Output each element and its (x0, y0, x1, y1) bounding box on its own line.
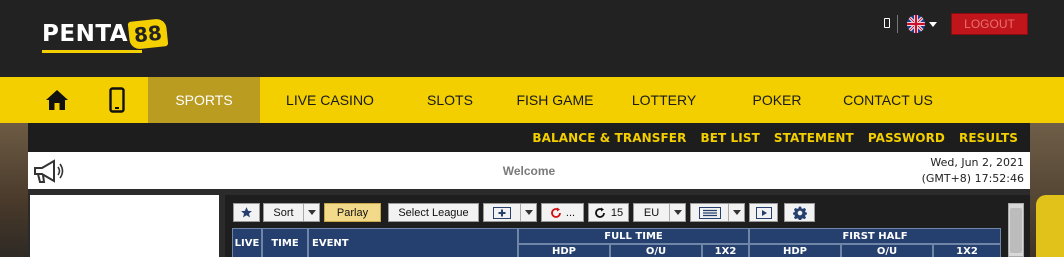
nav-sports[interactable]: SPORTS (148, 77, 260, 123)
nav-contact-us[interactable]: CONTACT US (830, 77, 946, 123)
background-player (1036, 195, 1064, 257)
announcement-bar: Welcome Wed, Jun 2, 2021 (GMT+8) 17:52:4… (28, 152, 1030, 189)
sort-dropdown[interactable]: Sort (263, 203, 320, 222)
mobile-icon[interactable] (884, 18, 890, 28)
logo-text: PENTA (42, 21, 129, 47)
chevron-down-icon (303, 204, 319, 221)
col-fh-ou: O/U (841, 244, 933, 257)
top-header: PENTA 88 LOGOUT (0, 0, 1064, 77)
refresh-icon (551, 207, 561, 218)
account-subnav: BALANCE & TRANSFER BET LIST STATEMENT PA… (28, 123, 1030, 152)
background-image-left (0, 123, 28, 257)
odds-type-dropdown[interactable]: EU (633, 203, 686, 222)
refresh-seconds: 15 (610, 206, 624, 219)
list-view-icon (691, 206, 728, 219)
favorites-star-button[interactable] (233, 203, 260, 222)
col-live: LIVE (232, 228, 262, 257)
home-icon[interactable] (40, 77, 74, 123)
uk-flag-icon[interactable] (907, 15, 925, 33)
plus-box-icon (484, 206, 520, 219)
col-event: EVENT (308, 228, 518, 257)
scrollbar-thumb[interactable] (1010, 208, 1022, 253)
refresh-icon (595, 207, 605, 218)
welcome-text: Welcome (502, 163, 556, 178)
live-stream-button[interactable] (749, 203, 778, 222)
logo-badge: 88 (127, 18, 169, 50)
refresh-more-label: ... (565, 206, 576, 219)
col-first-half: FIRST HALF (749, 228, 1001, 244)
col-full-time: FULL TIME (518, 228, 749, 244)
chevron-down-icon (669, 204, 685, 221)
refresh-timer-button[interactable]: ... (541, 203, 584, 222)
view-mode-dropdown[interactable] (690, 203, 745, 222)
settings-button[interactable] (784, 203, 815, 222)
logout-button[interactable]: LOGOUT (951, 13, 1028, 35)
video-icon (755, 206, 772, 219)
divider (897, 15, 898, 33)
col-ft-1x2: 1X2 (702, 244, 749, 257)
parlay-button[interactable]: Parlay (324, 203, 381, 222)
nav-lottery[interactable]: LOTTERY (620, 77, 708, 123)
logo-underline (42, 50, 142, 53)
current-time: (GMT+8) 17:52:46 (921, 172, 1024, 185)
select-league-button[interactable]: Select League (388, 203, 479, 222)
gear-icon (792, 206, 807, 220)
sort-label: Sort (273, 206, 294, 219)
results-link[interactable]: RESULTS (959, 131, 1018, 145)
statement-link[interactable]: STATEMENT (774, 131, 854, 145)
password-link[interactable]: PASSWORD (868, 131, 945, 145)
refresh-countdown-button[interactable]: 15 (588, 203, 629, 222)
col-fh-1x2: 1X2 (933, 244, 1001, 257)
chevron-down-icon (520, 204, 536, 221)
odds-type-label: EU (643, 206, 660, 219)
col-ft-ou: O/U (610, 244, 702, 257)
nav-live-casino[interactable]: LIVE CASINO (276, 77, 384, 123)
main-nav: SPORTS LIVE CASINO SLOTS FISH GAME LOTTE… (0, 77, 1064, 123)
current-date: Wed, Jun 2, 2021 (930, 156, 1024, 169)
col-ft-hdp: HDP (518, 244, 610, 257)
col-time: TIME (262, 228, 308, 257)
select-league-label: Select League (398, 206, 469, 219)
nav-poker[interactable]: POKER (738, 77, 816, 123)
nav-slots[interactable]: SLOTS (410, 77, 490, 123)
mobile-nav-icon[interactable] (102, 77, 132, 123)
star-icon (241, 207, 252, 218)
balance-transfer-link[interactable]: BALANCE & TRANSFER (532, 131, 686, 145)
col-fh-hdp: HDP (749, 244, 841, 257)
penta88-logo[interactable]: PENTA 88 (42, 14, 169, 54)
bet-list-link[interactable]: BET LIST (700, 131, 759, 145)
left-panel (30, 195, 219, 257)
nav-fish-game[interactable]: FISH GAME (506, 77, 604, 123)
parlay-label: Parlay (336, 206, 369, 219)
market-expand-dropdown[interactable] (483, 203, 537, 222)
language-dropdown-caret-icon[interactable] (929, 22, 937, 27)
chevron-down-icon (728, 204, 744, 221)
